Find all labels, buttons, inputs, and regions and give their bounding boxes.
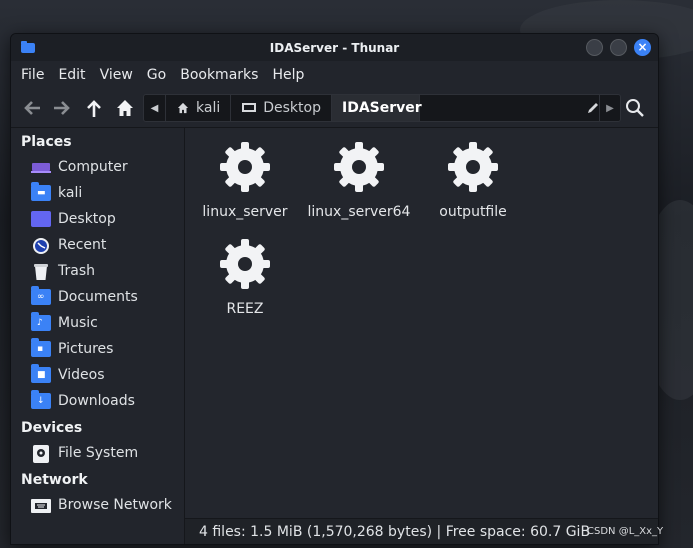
drive-icon <box>31 445 51 463</box>
sidebar-item-label: File System <box>58 445 139 461</box>
close-icon: × <box>637 40 648 54</box>
file-item-reez[interactable]: REEZ <box>190 235 300 317</box>
trash-icon <box>31 263 51 280</box>
sidebar-item-label: Trash <box>58 263 95 279</box>
path-scroll-right-button[interactable]: ▶ <box>599 95 620 121</box>
path-segment-kali[interactable]: kali <box>166 95 232 121</box>
close-button[interactable]: × <box>634 39 651 56</box>
sidebar-item-computer[interactable]: Computer <box>11 154 184 180</box>
menu-bookmarks[interactable]: Bookmarks <box>180 67 258 83</box>
sidebar-item-label: Documents <box>58 289 138 305</box>
search-icon[interactable] <box>625 98 645 118</box>
sidebar-item-label: Computer <box>58 159 128 175</box>
executable-gear-icon <box>334 142 384 192</box>
menu-help[interactable]: Help <box>272 67 304 83</box>
path-segment-idaserver[interactable]: IDAServer <box>331 95 422 121</box>
menu-go[interactable]: Go <box>147 67 166 83</box>
menu-view[interactable]: View <box>100 67 133 83</box>
minimize-button[interactable] <box>586 39 603 56</box>
sidebar-item-label: Browse Network <box>58 497 172 513</box>
desktop-icon <box>242 103 257 112</box>
sidebar-item-file-system[interactable]: File System <box>11 440 184 466</box>
executable-gear-icon <box>448 142 498 192</box>
sidebar-item-pictures[interactable]: ▪ Pictures <box>11 336 184 362</box>
network-icon <box>31 497 51 513</box>
sidebar-header-devices: Devices <box>21 420 83 436</box>
path-segment-desktop[interactable]: Desktop <box>231 95 332 121</box>
up-arrow-icon[interactable] <box>83 97 105 119</box>
file-name: outputfile <box>439 204 507 220</box>
file-item-linux-server64[interactable]: linux_server64 <box>304 138 414 220</box>
watermark-text: CSDN @L_Xx_Y <box>587 526 664 537</box>
home-icon[interactable] <box>114 97 136 119</box>
sidebar-header-places: Places <box>21 134 72 150</box>
sidebar-item-label: Desktop <box>58 211 116 227</box>
sidebar-header-network: Network <box>21 472 88 488</box>
music-folder-icon: ♪ <box>31 312 51 331</box>
file-view: linux_server linux_server64 outputfile R… <box>185 128 658 518</box>
path-segment-label: IDAServer <box>341 100 422 116</box>
pictures-folder-icon: ▪ <box>31 338 51 357</box>
path-scroll-left-button[interactable]: ◀ <box>144 95 166 121</box>
recent-icon <box>31 237 51 254</box>
home-icon <box>177 102 189 114</box>
sidebar-item-label: Pictures <box>58 341 114 357</box>
sidebar-item-label: Videos <box>58 367 105 383</box>
maximize-button[interactable] <box>610 39 627 56</box>
title-bar[interactable]: IDAServer - Thunar × <box>11 34 658 61</box>
file-name: linux_server <box>202 204 288 220</box>
file-item-linux-server[interactable]: linux_server <box>190 138 300 220</box>
sidebar-item-desktop[interactable]: Desktop <box>11 206 184 232</box>
computer-icon <box>31 159 51 175</box>
sidebar-item-music[interactable]: ♪ Music <box>11 310 184 336</box>
sidebar: Places Computer ▬ kali Desktop Recent Tr… <box>11 128 185 544</box>
path-segment-label: kali <box>196 100 221 116</box>
sidebar-item-recent[interactable]: Recent <box>11 232 184 258</box>
sidebar-item-label: kali <box>58 185 83 201</box>
edit-path-icon[interactable] <box>586 95 600 121</box>
sidebar-item-label: Music <box>58 315 98 331</box>
file-name: linux_server64 <box>307 204 411 220</box>
downloads-folder-icon: ↓ <box>31 390 51 409</box>
path-segment-label: Desktop <box>263 100 321 116</box>
sidebar-item-downloads[interactable]: ↓ Downloads <box>11 388 184 414</box>
sidebar-item-label: Recent <box>58 237 107 253</box>
back-arrow-icon[interactable] <box>21 97 43 119</box>
executable-gear-icon <box>220 142 270 192</box>
sidebar-item-kali[interactable]: ▬ kali <box>11 180 184 206</box>
executable-gear-icon <box>220 239 270 289</box>
sidebar-item-documents[interactable]: ∞ Documents <box>11 284 184 310</box>
file-item-outputfile[interactable]: outputfile <box>418 138 528 220</box>
window-title: IDAServer - Thunar <box>269 40 400 55</box>
home-folder-icon: ▬ <box>31 182 51 201</box>
sidebar-item-browse-network[interactable]: Browse Network <box>11 492 184 518</box>
toolbar: ◀ kali Desktop IDAServer ▶ <box>11 89 658 128</box>
path-bar: ◀ kali Desktop IDAServer ▶ <box>143 94 621 122</box>
menu-file[interactable]: File <box>21 67 44 83</box>
desktop-folder-icon <box>31 211 51 227</box>
file-name: REEZ <box>226 301 264 317</box>
sidebar-item-videos[interactable]: ■ Videos <box>11 362 184 388</box>
menu-bar: File Edit View Go Bookmarks Help <box>11 61 658 89</box>
sidebar-item-trash[interactable]: Trash <box>11 258 184 284</box>
forward-arrow-icon[interactable] <box>51 97 73 119</box>
documents-folder-icon: ∞ <box>31 286 51 305</box>
menu-edit[interactable]: Edit <box>58 67 85 83</box>
file-manager-window: IDAServer - Thunar × File Edit View Go B… <box>10 33 659 545</box>
folder-icon <box>21 41 35 53</box>
videos-folder-icon: ■ <box>31 364 51 383</box>
sidebar-item-label: Downloads <box>58 393 135 409</box>
